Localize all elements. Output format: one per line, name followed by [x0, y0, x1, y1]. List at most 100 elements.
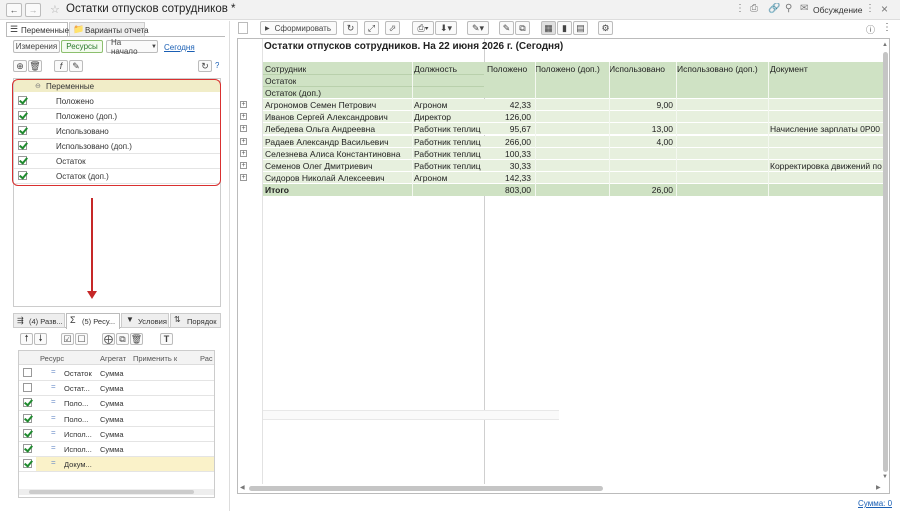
- formula-button[interactable]: f: [54, 60, 68, 72]
- report-cell-c3: 4,00: [656, 136, 673, 147]
- scroll-right-icon[interactable]: ▶: [876, 484, 881, 491]
- settings-button[interactable]: ⚙: [598, 21, 613, 35]
- resource-checkbox[interactable]: [23, 413, 32, 423]
- search-icon[interactable]: ⚲: [785, 3, 792, 14]
- chart-view-button[interactable]: ▮: [557, 21, 572, 35]
- scroll-down-icon[interactable]: ▼: [882, 474, 888, 480]
- report-cell-name: Агрономов Семен Петрович: [265, 100, 377, 110]
- to-start-dropdown[interactable]: На начало ▼: [106, 37, 158, 56]
- expand-row-icon[interactable]: +: [240, 149, 247, 157]
- discussion-label[interactable]: Обсуждение: [813, 5, 863, 15]
- help-button[interactable]: ⓘ: [866, 23, 875, 36]
- expand-row-icon[interactable]: +: [240, 113, 247, 121]
- tab-variables[interactable]: ☰ Переменные: [6, 22, 69, 37]
- report-cell-pos: Директор: [414, 112, 452, 123]
- forward-button[interactable]: →: [25, 3, 41, 17]
- add-button[interactable]: ⊕: [13, 60, 27, 72]
- refresh-button[interactable]: ↻: [343, 21, 358, 35]
- sum-link[interactable]: Сумма: 0: [858, 499, 892, 508]
- report-cell-c1: 126,00: [505, 112, 531, 123]
- total-entitled: 803,00: [505, 185, 531, 196]
- expand-button[interactable]: ⤢: [364, 21, 379, 35]
- report-cell-c3: 13,00: [651, 124, 673, 135]
- expand-row-icon[interactable]: +: [240, 125, 247, 133]
- close-icon[interactable]: ×: [881, 2, 888, 16]
- column-divider: [412, 62, 413, 197]
- more-button[interactable]: ⋮: [882, 22, 892, 33]
- menu-icon[interactable]: ⋮: [865, 3, 875, 14]
- sidebar-toggle-icon[interactable]: [238, 22, 248, 34]
- add-resource-button[interactable]: ⨁: [102, 333, 115, 345]
- resource-checkbox[interactable]: [23, 444, 32, 453]
- arrow-line: [91, 198, 93, 293]
- print-button[interactable]: ⎙▾: [412, 21, 434, 35]
- resource-aggregate: Сумма: [100, 445, 124, 454]
- tab-resources[interactable]: Σ (5) Ресу...: [66, 313, 120, 329]
- resource-row-line: [19, 425, 214, 427]
- scroll-up-icon[interactable]: ▲: [882, 42, 888, 48]
- move-down-button[interactable]: 🠗: [34, 333, 47, 345]
- resource-row-line: [19, 395, 214, 397]
- remove-resource-button[interactable]: 🗑: [130, 333, 143, 345]
- scroll-left-icon[interactable]: ◀: [240, 484, 245, 491]
- text-view-button[interactable]: ▤: [573, 21, 588, 35]
- delete-button[interactable]: 🗑: [28, 60, 42, 72]
- generate-button[interactable]: ▶ Сформировать: [260, 21, 337, 35]
- resource-aggregate: Сумма: [100, 384, 124, 394]
- col-location: Рас: [200, 354, 213, 363]
- table-view-button[interactable]: ▦: [541, 21, 556, 35]
- edit-report-button[interactable]: ✎: [499, 21, 514, 35]
- report-cell-c1: 142,33: [505, 173, 531, 184]
- play-icon: ▶: [265, 25, 270, 32]
- to-start-label: На начало: [111, 37, 138, 56]
- favorite-star-icon[interactable]: ☆: [50, 3, 60, 16]
- report-cell-c3: 9,00: [656, 100, 673, 110]
- resource-checkbox[interactable]: [23, 398, 32, 408]
- report-cell-pos: Агроном: [414, 100, 448, 110]
- resources-scrollbar[interactable]: [19, 489, 214, 495]
- resource-checkbox[interactable]: [23, 459, 32, 469]
- move-up-button[interactable]: 🠕: [20, 333, 33, 345]
- draw-button[interactable]: ✎▾: [467, 21, 489, 35]
- resource-field-icon: =: [51, 458, 56, 468]
- col-aggregate: Агрегат: [100, 354, 127, 363]
- report-cell-c1: 100,33: [505, 148, 531, 159]
- resource-row-line: [19, 410, 214, 412]
- copy-button[interactable]: ⧉: [116, 333, 129, 345]
- tab-report-variants[interactable]: 📁 Варианты отчета: [69, 22, 149, 37]
- cursor-button[interactable]: ⬀: [385, 21, 400, 35]
- back-button[interactable]: ←: [6, 3, 22, 17]
- horizontal-scrollbar[interactable]: [249, 486, 603, 491]
- discussion-icon[interactable]: ✉: [800, 3, 808, 14]
- resources-scroll-thumb[interactable]: [29, 490, 194, 494]
- resource-checkbox[interactable]: [23, 368, 32, 377]
- export-button[interactable]: ⧉: [515, 21, 530, 35]
- tab-conditions[interactable]: ▼ Условия: [121, 313, 169, 328]
- resource-checkbox[interactable]: [23, 428, 32, 438]
- expand-row-icon[interactable]: +: [240, 137, 247, 145]
- resource-checkbox[interactable]: [23, 383, 32, 393]
- help-icon[interactable]: ?: [215, 61, 219, 70]
- today-link[interactable]: Сегодня: [164, 43, 195, 52]
- expand-row-icon[interactable]: +: [240, 101, 247, 108]
- save-button[interactable]: ⬇▾: [435, 21, 457, 35]
- uncheck-all-button[interactable]: ☐: [75, 333, 88, 345]
- header-used: Использовано: [609, 64, 665, 74]
- expand-row-icon[interactable]: +: [240, 162, 247, 169]
- more-icon[interactable]: ⋮: [735, 3, 745, 14]
- selected-row[interactable]: [36, 457, 214, 472]
- tab-groupings[interactable]: ⇶ (4) Разв...: [13, 313, 65, 328]
- empty-grid-line: [263, 410, 559, 420]
- dimensions-tab[interactable]: Измерения: [13, 40, 60, 53]
- text-button[interactable]: T: [160, 333, 173, 345]
- expand-row-icon[interactable]: +: [240, 174, 247, 182]
- resources-tab[interactable]: Ресурсы: [61, 40, 103, 53]
- tab-order[interactable]: ⇅ Порядок: [170, 313, 221, 328]
- resource-name: Испол...: [64, 429, 92, 439]
- edit-button[interactable]: ✎: [69, 60, 83, 72]
- print-icon[interactable]: ⎙: [750, 3, 758, 14]
- check-all-button[interactable]: ☑: [61, 333, 74, 345]
- reset-button[interactable]: ↻: [198, 60, 212, 72]
- vertical-scrollbar[interactable]: [883, 52, 888, 472]
- link-icon[interactable]: 🔗: [768, 3, 780, 14]
